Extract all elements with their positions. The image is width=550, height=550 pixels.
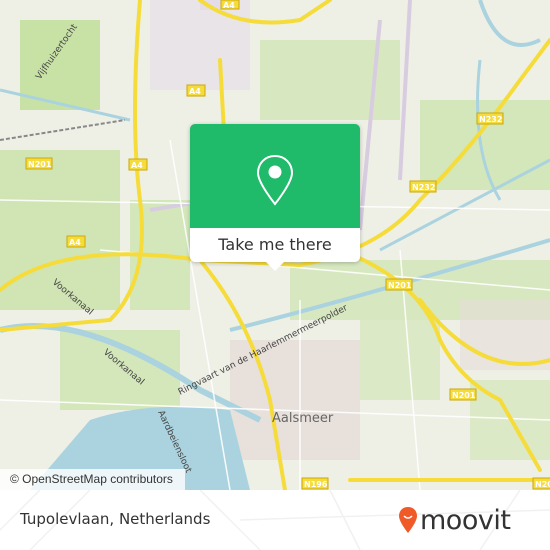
take-me-there-popup[interactable]: Take me there <box>190 124 360 271</box>
map[interactable]: Vijfhuizertocht Voorkanaal Voorkanaal Aa… <box>0 0 550 490</box>
map-pin-icon <box>256 154 294 206</box>
moovit-pin-icon <box>399 507 417 533</box>
popup-pointer <box>266 262 284 271</box>
road-shield: N201 <box>452 391 476 400</box>
road-shield: A4 <box>223 1 235 10</box>
road-shield: A4 <box>69 238 81 247</box>
label-aalsmeer: Aalsmeer <box>272 411 334 426</box>
footer: Tupolevlaan, Netherlands moovit <box>0 490 550 550</box>
road-shield: N201 <box>388 281 412 290</box>
take-me-there-button[interactable]: Take me there <box>190 228 360 262</box>
road-shield: N196 <box>304 480 328 489</box>
map-attribution[interactable]: © OpenStreetMap contributors <box>0 469 185 490</box>
place-name: Tupolevlaan, Netherlands <box>20 510 211 528</box>
road-shield: N20 <box>535 480 550 489</box>
road-shield: N232 <box>412 183 435 192</box>
road-shield: A4 <box>131 161 143 170</box>
popup-header <box>190 124 360 228</box>
road-shield: A4 <box>189 87 201 96</box>
road-shield: N232 <box>479 115 502 124</box>
road-shield: N201 <box>28 160 52 169</box>
brand-name: moovit <box>420 504 511 536</box>
moovit-logo[interactable]: moovit <box>398 502 511 538</box>
